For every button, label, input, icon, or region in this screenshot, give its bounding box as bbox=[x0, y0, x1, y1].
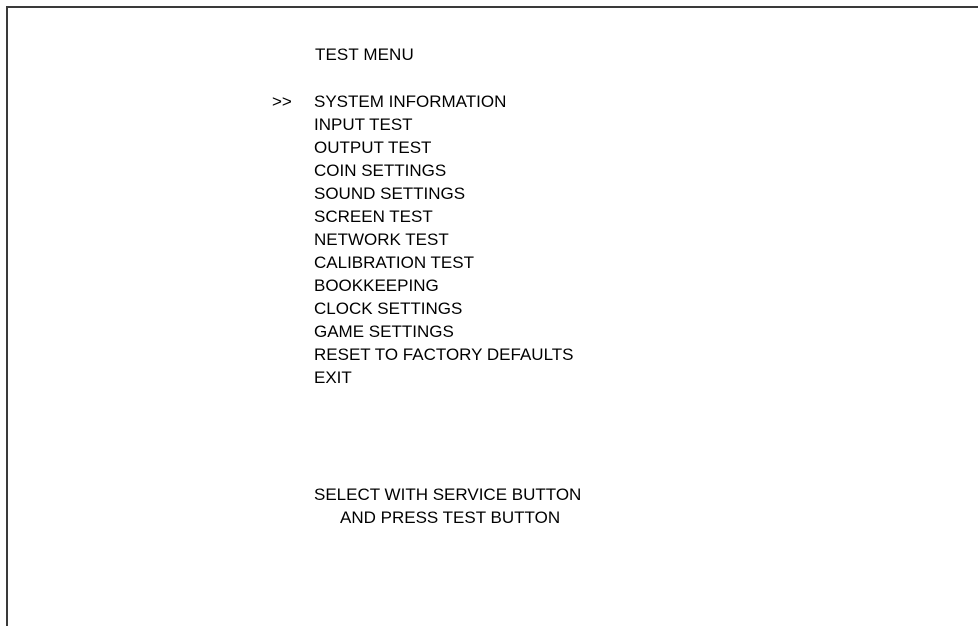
menu-item-clock-settings[interactable]: CLOCK SETTINGS bbox=[314, 298, 574, 321]
instructions-line-1: SELECT WITH SERVICE BUTTON bbox=[314, 485, 582, 504]
menu-item-output-test[interactable]: OUTPUT TEST bbox=[314, 137, 574, 160]
test-menu-list: >> SYSTEM INFORMATION INPUT TEST OUTPUT … bbox=[272, 91, 574, 390]
menu-item-coin-settings[interactable]: COIN SETTINGS bbox=[314, 160, 574, 183]
instructions-text: SELECT WITH SERVICE BUTTON AND PRESS TES… bbox=[314, 483, 644, 529]
selection-cursor: >> bbox=[272, 92, 292, 111]
menu-item-screen-test[interactable]: SCREEN TEST bbox=[314, 206, 574, 229]
menu-item-input-test[interactable]: INPUT TEST bbox=[314, 114, 574, 137]
menu-item-exit[interactable]: EXIT bbox=[314, 367, 574, 390]
menu-item-label: SCREEN TEST bbox=[314, 207, 433, 226]
menu-item-label: BOOKKEEPING bbox=[314, 276, 439, 295]
page-title: TEST MENU bbox=[315, 45, 414, 64]
menu-item-bookkeeping[interactable]: BOOKKEEPING bbox=[314, 275, 574, 298]
menu-item-label: NETWORK TEST bbox=[314, 230, 449, 249]
menu-item-sound-settings[interactable]: SOUND SETTINGS bbox=[314, 183, 574, 206]
test-menu-screen: TEST MENU >> SYSTEM INFORMATION INPUT TE… bbox=[0, 0, 978, 626]
menu-item-label: SYSTEM INFORMATION bbox=[314, 92, 507, 111]
menu-item-label: OUTPUT TEST bbox=[314, 138, 432, 157]
menu-item-calibration-test[interactable]: CALIBRATION TEST bbox=[314, 252, 574, 275]
instructions-line-2: AND PRESS TEST BUTTON bbox=[340, 508, 561, 527]
menu-item-network-test[interactable]: NETWORK TEST bbox=[314, 229, 574, 252]
menu-item-label: CLOCK SETTINGS bbox=[314, 299, 463, 318]
menu-item-label: CALIBRATION TEST bbox=[314, 253, 474, 272]
menu-item-label: COIN SETTINGS bbox=[314, 161, 447, 180]
menu-item-label: INPUT TEST bbox=[314, 115, 413, 134]
menu-item-label: GAME SETTINGS bbox=[314, 322, 454, 341]
menu-item-game-settings[interactable]: GAME SETTINGS bbox=[314, 321, 574, 344]
menu-item-reset-to-factory-defaults[interactable]: RESET TO FACTORY DEFAULTS bbox=[314, 344, 574, 367]
menu-item-label: RESET TO FACTORY DEFAULTS bbox=[314, 345, 574, 364]
menu-item-label: SOUND SETTINGS bbox=[314, 184, 466, 203]
menu-item-system-information[interactable]: >> SYSTEM INFORMATION bbox=[272, 91, 574, 114]
menu-item-label: EXIT bbox=[314, 368, 352, 387]
